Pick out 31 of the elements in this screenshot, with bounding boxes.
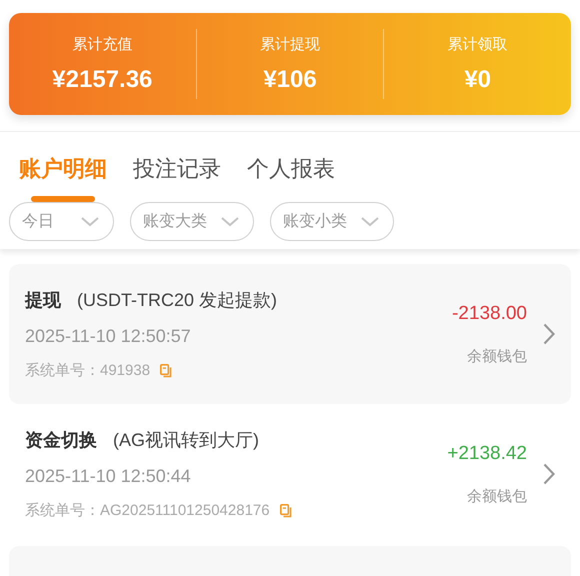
record-type: 资金切换 <box>25 429 97 452</box>
tab[interactable]: 个人报表 <box>247 150 335 202</box>
chevron-down-icon <box>81 216 99 226</box>
record-time: 2025-11-10 12:50:57 <box>25 326 192 347</box>
order-label: 系统单号： <box>25 501 100 520</box>
stat-label: 累计充值 <box>72 34 132 54</box>
stat-value: ¥106 <box>263 66 317 94</box>
record-detail: (AG视讯转到大厅) <box>113 429 259 452</box>
amount: -2138.00 <box>452 302 527 324</box>
chevron-right-icon <box>543 463 555 485</box>
copy-icon[interactable] <box>280 504 292 518</box>
record-type: 提现 <box>25 289 61 312</box>
copy-icon[interactable] <box>160 364 172 378</box>
wallet-label: 余额钱包 <box>467 486 527 506</box>
order-number: AG202511101250428176 <box>100 502 270 519</box>
amount: +2138.42 <box>447 442 527 464</box>
record-card[interactable]: 资金切换 (AG视讯转到大厅) 2025-11-10 12:50:44 系统单号：AG202511101250428176 +2138.42 余额钱包 <box>9 404 571 544</box>
stat-value: ¥0 <box>464 66 492 94</box>
chevron-down-icon <box>221 216 239 226</box>
stat-value: ¥2157.36 <box>52 66 152 94</box>
stat-label: 累计提现 <box>260 34 320 54</box>
record-time: 2025-11-10 12:50:44 <box>25 466 192 487</box>
order-number: 491938 <box>100 362 150 379</box>
tab[interactable]: 投注记录 <box>133 150 221 202</box>
record-detail: (USDT-TRC20 发起提款) <box>77 289 278 312</box>
chevron-right-icon <box>543 323 555 345</box>
chevron-down-icon <box>361 216 379 226</box>
wallet-label: 余额钱包 <box>467 346 527 366</box>
order-label: 系统单号： <box>25 361 100 380</box>
record-card[interactable]: 提现 (USDT-TRC20 发起提款) 2025-11-10 12:50:57 系统单号：491938 -2138.00 余额钱包 <box>9 264 571 404</box>
stat-label: 累计领取 <box>448 34 508 54</box>
